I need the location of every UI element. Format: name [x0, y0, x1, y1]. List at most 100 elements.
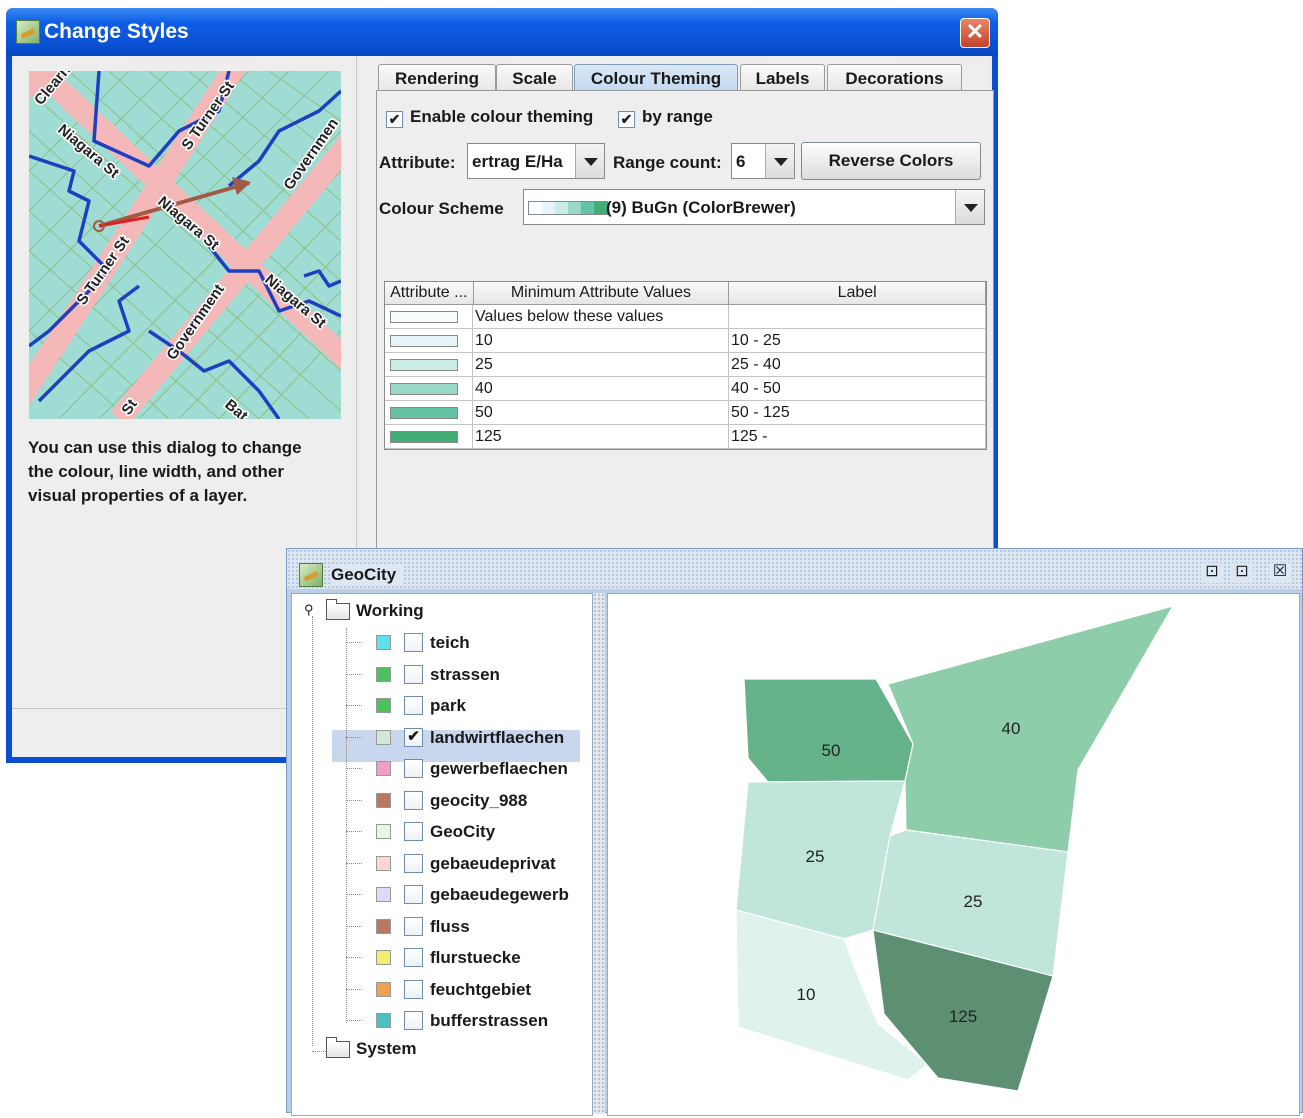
chevron-down-icon[interactable] — [575, 144, 604, 178]
geocity-titlebar[interactable]: GeoCity ⊡ ⊡ ☒ — [287, 549, 1302, 589]
by-range-checkbox[interactable]: ✔ by range — [618, 107, 713, 128]
layer-visibility-checkbox[interactable] — [404, 979, 423, 999]
table-row[interactable]: 125 125 - — [385, 425, 986, 449]
label-cell[interactable]: 40 - 50 — [729, 377, 986, 400]
color-cell[interactable] — [385, 305, 473, 328]
parcel-label: 40 — [1002, 719, 1021, 738]
table-header: Attribute ... Minimum Attribute Values L… — [385, 282, 986, 305]
reverse-colors-button[interactable]: Reverse Colors — [801, 142, 981, 180]
close-icon[interactable]: ☒ — [1269, 563, 1291, 583]
min-value-cell[interactable]: 25 — [473, 353, 729, 376]
color-swatch — [390, 311, 458, 323]
color-cell[interactable] — [385, 425, 473, 448]
map-preview-image: Clearn S Turner St Niagara St Governmen … — [29, 71, 341, 419]
min-value-cell[interactable]: 40 — [473, 377, 729, 400]
layer-visibility-checkbox[interactable] — [404, 853, 423, 873]
table-row[interactable]: 40 40 - 50 — [385, 377, 986, 401]
tree-line — [346, 831, 362, 832]
column-header[interactable]: Attribute ... — [385, 282, 474, 304]
table-row[interactable]: Values below these values — [385, 305, 986, 329]
chevron-down-icon[interactable] — [765, 144, 794, 178]
layer-visibility-checkbox[interactable] — [404, 822, 423, 841]
column-header[interactable]: Label — [729, 282, 986, 304]
checkbox-checked-icon: ✔ — [618, 111, 635, 128]
min-value-cell[interactable]: 10 — [473, 329, 729, 352]
dialog-title: Change Styles — [44, 20, 189, 43]
colour-scheme-select[interactable]: (9) BuGn (ColorBrewer) — [523, 189, 985, 225]
parcel-polygon — [743, 678, 914, 783]
minimize-icon[interactable]: ⊡ — [1201, 563, 1223, 583]
tree-toggle-icon[interactable]: ⚲ — [304, 602, 314, 618]
layer-visibility-checkbox[interactable] — [404, 1011, 423, 1030]
layer-label: strassen — [430, 664, 500, 684]
range-count-label: Range count: — [613, 153, 722, 172]
geocity-title: GeoCity — [331, 565, 403, 585]
label-cell[interactable]: 25 - 40 — [729, 353, 986, 376]
layer-label: teich — [430, 633, 470, 652]
color-cell[interactable] — [385, 353, 473, 376]
tree-line — [346, 862, 362, 864]
colour-scheme-label: Colour Scheme — [379, 199, 504, 218]
layer-visibility-checkbox[interactable] — [404, 948, 423, 967]
layer-visibility-checkbox[interactable] — [404, 759, 423, 778]
map-view[interactable]: 50 40 25 25 10 125 — [607, 593, 1300, 1116]
attribute-label: Attribute: — [379, 153, 456, 172]
min-value-cell[interactable]: Values below these values — [473, 305, 729, 328]
table-body: Values below these values 10 10 - 25 25 25 -… — [385, 305, 986, 449]
tree-line — [346, 925, 362, 927]
tree-line — [346, 894, 362, 895]
folder-icon — [326, 1037, 350, 1058]
table-row[interactable]: 10 10 - 25 — [385, 329, 986, 353]
layer-visibility-checkbox[interactable] — [404, 633, 423, 652]
tree-line — [346, 628, 347, 1023]
layer-label: gebaeudeprivat — [430, 853, 556, 873]
layer-label: GeoCity — [430, 822, 496, 841]
label-cell[interactable]: 50 - 125 — [729, 401, 986, 424]
attribute-select[interactable]: ertrag E/Ha — [467, 143, 605, 179]
color-swatch — [390, 335, 458, 347]
tree-line — [346, 736, 362, 738]
maximize-icon[interactable]: ⊡ — [1231, 563, 1253, 583]
tree-line — [312, 1051, 326, 1052]
ranges-table: Attribute ... Minimum Attribute Values L… — [384, 281, 987, 450]
color-cell[interactable] — [385, 377, 473, 400]
layer-visibility-checkbox[interactable]: ✔ — [404, 727, 423, 747]
column-header[interactable]: Minimum Attribute Values — [474, 282, 730, 304]
label-cell[interactable] — [729, 305, 986, 328]
layer-visibility-checkbox[interactable] — [404, 916, 423, 936]
tree-line — [312, 616, 313, 1046]
layer-color-icon — [376, 855, 391, 871]
parcel-label: 50 — [822, 741, 841, 760]
layer-color-icon — [376, 635, 391, 650]
layer-color-icon — [376, 761, 391, 776]
chevron-down-icon[interactable] — [955, 190, 984, 224]
label-cell[interactable]: 10 - 25 — [729, 329, 986, 352]
layer-label: geocity_988 — [430, 790, 528, 810]
label-cell[interactable]: 125 - — [729, 425, 986, 448]
tree-line — [346, 642, 362, 643]
layer-tree: ⚲ Working teich strassen park ✔ landwirtflae… — [291, 593, 593, 1116]
layer-visibility-checkbox[interactable] — [404, 790, 423, 810]
dialog-titlebar[interactable]: Change Styles ✕ — [6, 8, 998, 56]
layer-label: fluss — [430, 916, 470, 936]
dialog-description: You can use this dialog to change the co… — [28, 438, 302, 505]
layer-color-icon — [376, 887, 391, 902]
layer-visibility-checkbox[interactable] — [404, 885, 423, 904]
layer-color-icon — [376, 729, 391, 745]
layer-visibility-checkbox[interactable] — [404, 696, 423, 715]
min-value-cell[interactable]: 50 — [473, 401, 729, 424]
tree-line — [346, 705, 362, 706]
range-count-select[interactable]: 6 — [731, 143, 795, 179]
min-value-cell[interactable]: 125 — [473, 425, 729, 448]
enable-colour-theming-checkbox[interactable]: ✔ Enable colour theming — [386, 107, 593, 128]
close-button[interactable]: ✕ — [960, 18, 990, 48]
parcel-label: 125 — [949, 1007, 977, 1026]
table-row[interactable]: 25 25 - 40 — [385, 353, 986, 377]
tree-line — [346, 957, 362, 958]
layer-visibility-checkbox[interactable] — [404, 664, 423, 684]
split-pane-divider[interactable] — [593, 593, 605, 1114]
color-cell[interactable] — [385, 401, 473, 424]
attribute-value: ertrag E/Ha — [472, 152, 563, 171]
table-row[interactable]: 50 50 - 125 — [385, 401, 986, 425]
color-cell[interactable] — [385, 329, 473, 352]
